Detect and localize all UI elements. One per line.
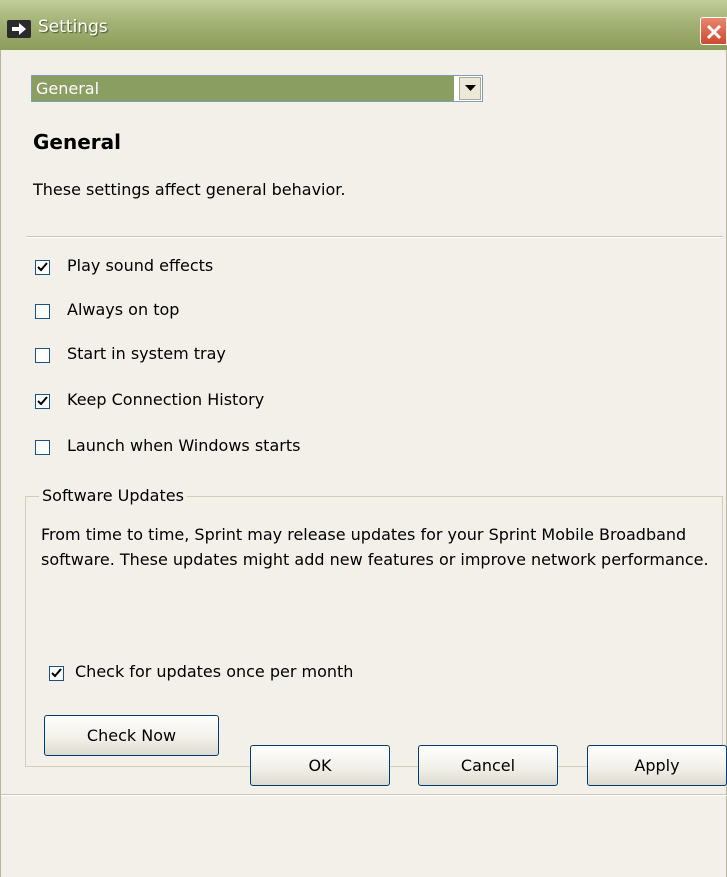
checkbox[interactable] (35, 260, 50, 275)
option-label: Start in system tray (67, 344, 226, 363)
divider (1, 794, 727, 796)
close-button[interactable] (700, 17, 727, 45)
settings-window: Settings General General These settings … (0, 0, 727, 877)
checkmark-icon (37, 262, 48, 272)
category-select[interactable]: General (31, 75, 483, 102)
checkmark-icon (37, 396, 48, 406)
app-arrow-icon (7, 20, 31, 38)
section-heading: General (33, 130, 121, 154)
dropdown-button[interactable] (459, 77, 481, 100)
option-label: Keep Connection History (67, 390, 265, 409)
check-now-button[interactable]: Check Now (44, 715, 219, 756)
checkbox[interactable] (49, 666, 64, 681)
close-icon (706, 24, 722, 40)
checkbox[interactable] (35, 304, 50, 319)
checkbox[interactable] (35, 394, 50, 409)
option-label: Always on top (67, 300, 180, 319)
checkbox[interactable] (35, 440, 50, 455)
cancel-button[interactable]: Cancel (418, 745, 558, 786)
title-bar[interactable]: Settings (0, 0, 727, 50)
option-label: Launch when Windows starts (67, 436, 301, 455)
window-title: Settings (38, 17, 108, 37)
checkbox[interactable] (35, 348, 50, 363)
section-description: These settings affect general behavior. (33, 180, 346, 199)
checkmark-icon (51, 668, 62, 678)
group-title: Software Updates (39, 486, 187, 505)
option-label: Play sound effects (67, 256, 214, 275)
category-select-value: General (32, 76, 454, 101)
chevron-down-icon (465, 85, 476, 91)
apply-button[interactable]: Apply (587, 745, 727, 786)
option-label: Check for updates once per month (75, 662, 354, 681)
divider (26, 236, 723, 238)
ok-button[interactable]: OK (250, 745, 390, 786)
updates-description: From time to time, Sprint may release up… (41, 525, 709, 569)
